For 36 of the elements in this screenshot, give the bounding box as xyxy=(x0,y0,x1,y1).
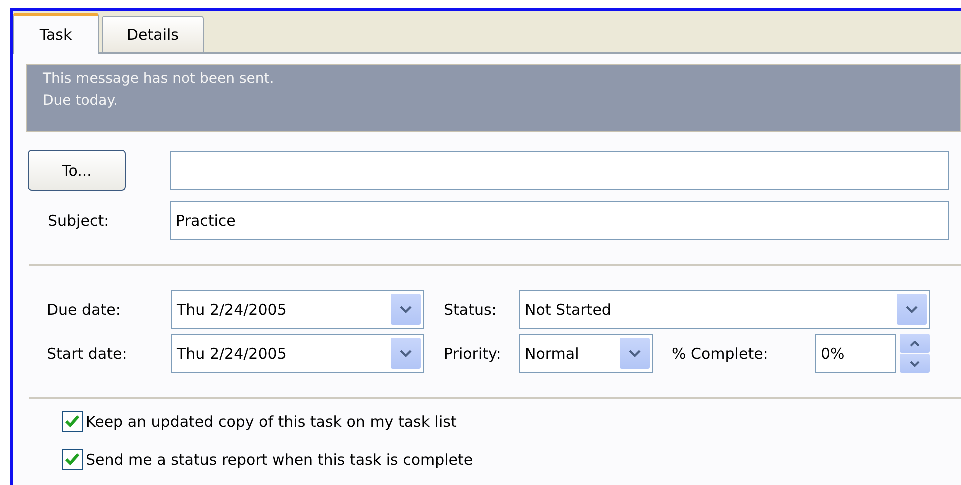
info-message: Due today. xyxy=(43,92,119,111)
checkbox[interactable] xyxy=(62,449,83,470)
due-date-dropdown[interactable]: Thu 2/24/2005 xyxy=(171,290,424,329)
check-icon xyxy=(65,453,80,466)
tab[interactable]: Task xyxy=(13,13,99,54)
caret-up-icon xyxy=(910,340,920,346)
caret-down-icon xyxy=(910,360,920,366)
to-field[interactable] xyxy=(170,151,949,190)
complete-label: % Complete: xyxy=(671,344,770,362)
spin-down-button[interactable] xyxy=(900,354,930,373)
priority-dropdown[interactable]: Normal xyxy=(519,334,653,373)
chevron-down-icon xyxy=(400,350,412,358)
to-button[interactable]: To... xyxy=(28,150,126,191)
info-message: This message has not been sent. xyxy=(43,70,276,89)
chevron-down-icon xyxy=(906,306,918,314)
dropdown-button[interactable] xyxy=(391,294,421,325)
chevron-down-icon xyxy=(400,306,412,314)
status-label: Status: xyxy=(443,300,498,318)
checkbox[interactable] xyxy=(62,411,83,432)
chevron-down-icon xyxy=(629,350,641,358)
status-dropdown[interactable]: Not Started xyxy=(519,290,930,329)
dropdown-button[interactable] xyxy=(897,294,927,325)
priority-label: Priority: xyxy=(443,344,502,362)
dropdown-button[interactable] xyxy=(620,338,650,369)
subject-field[interactable]: Practice xyxy=(170,201,949,240)
due-date-label: Due date: xyxy=(46,300,122,318)
complete-field[interactable]: 0% xyxy=(815,334,896,373)
check-icon xyxy=(65,415,80,428)
checkbox-label: Send me a status report when this task is complete xyxy=(86,450,474,468)
checkbox-label: Keep an updated copy of this task on my task list xyxy=(86,412,457,430)
tab[interactable]: Details xyxy=(102,16,204,52)
start-date-dropdown[interactable]: Thu 2/24/2005 xyxy=(171,334,424,373)
start-date-label: Start date: xyxy=(46,344,128,362)
spin-up-button[interactable] xyxy=(900,334,930,353)
subject-label: Subject: xyxy=(47,212,110,230)
dropdown-button[interactable] xyxy=(391,338,421,369)
